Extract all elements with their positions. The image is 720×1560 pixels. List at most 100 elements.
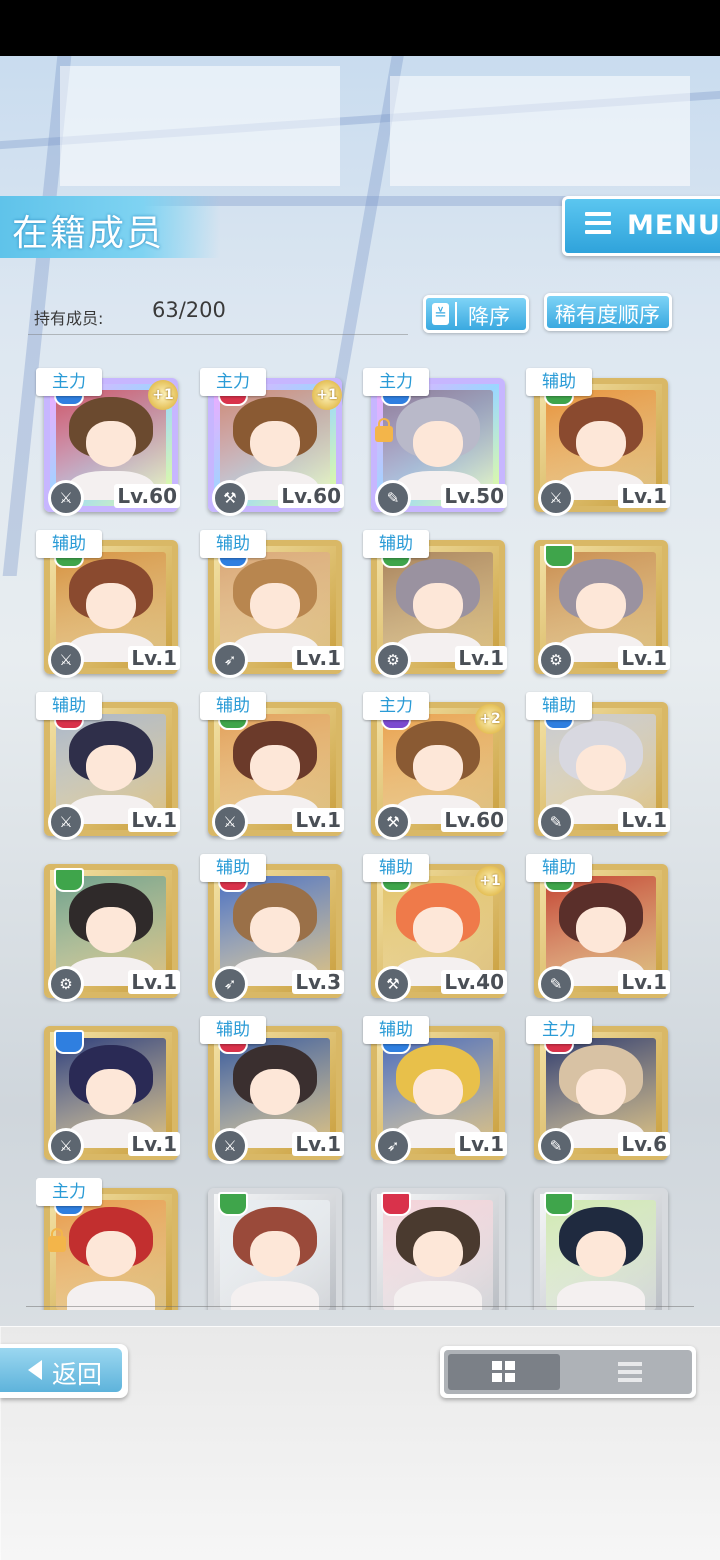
sort-rarity-label: 稀有度顺序 — [555, 303, 660, 327]
rank-up-badge: +1 — [312, 380, 342, 410]
divider — [455, 302, 457, 326]
member-card[interactable]: 主力 +2 ⚒ Lv.60 — [363, 692, 513, 842]
gear-icon: ⚙ — [48, 966, 84, 1002]
role-tag: 辅助 — [200, 530, 266, 558]
role-tag: 辅助 — [363, 530, 429, 558]
level-label: Lv.1 — [618, 484, 670, 508]
level-label: Lv.1 — [292, 646, 344, 670]
member-portrait — [220, 1200, 330, 1310]
member-card[interactable]: 辅助 ⚙ Lv.1 — [363, 530, 513, 680]
chevron-down-icon: ≚ — [432, 303, 449, 325]
grid-view-button[interactable] — [448, 1354, 560, 1390]
list-view-button[interactable] — [618, 1362, 642, 1382]
level-label: Lv.1 — [128, 808, 180, 832]
grid-icon — [492, 1361, 516, 1383]
gear-icon: ⚙ — [538, 642, 574, 678]
member-card[interactable]: 主力 — [36, 1178, 186, 1310]
sword-icon: ⚔ — [212, 1128, 248, 1164]
lock-icon — [375, 418, 393, 442]
attribute-icon — [54, 1030, 84, 1054]
level-label: Lv.60 — [278, 484, 344, 508]
member-card[interactable]: 辅助 ⚔ Lv.1 — [200, 692, 350, 842]
rank-up-badge: +2 — [475, 704, 505, 734]
menu-button[interactable]: MENU — [562, 196, 720, 256]
role-tag: 主力 — [363, 692, 429, 720]
level-label: Lv.1 — [128, 646, 180, 670]
member-card[interactable]: ⚙ Lv.1 — [36, 854, 186, 1004]
page-title-banner: 在籍成员 — [0, 196, 220, 258]
member-card[interactable]: 辅助 ✎ Lv.1 — [526, 854, 676, 1004]
role-tag: 辅助 — [36, 530, 102, 558]
back-button[interactable]: 返回 — [0, 1344, 128, 1398]
level-label: Lv.1 — [128, 1132, 180, 1156]
role-tag: 辅助 — [363, 1016, 429, 1044]
member-card[interactable]: 主力 ✎ Lv.6 — [526, 1016, 676, 1166]
member-card[interactable] — [363, 1178, 513, 1310]
member-card[interactable]: 辅助 ⚔ Lv.1 — [36, 530, 186, 680]
member-card[interactable]: 辅助 ➶ Lv.1 — [363, 1016, 513, 1166]
member-portrait — [546, 1200, 656, 1310]
member-card[interactable] — [200, 1178, 350, 1310]
member-card[interactable]: 辅助 ⚔ Lv.1 — [200, 1016, 350, 1166]
staff-icon: ✎ — [375, 480, 411, 516]
sword-icon: ⚔ — [48, 480, 84, 516]
attribute-icon — [544, 544, 574, 568]
view-toggle — [440, 1346, 696, 1398]
back-label: 返回 — [52, 1360, 103, 1389]
member-card[interactable]: 辅助 +1 ⚒ Lv.40 — [363, 854, 513, 1004]
member-card[interactable]: 辅助 ➶ Lv.3 — [200, 854, 350, 1004]
level-label: Lv.1 — [618, 646, 670, 670]
member-card[interactable]: 辅助 ⚔ Lv.1 — [526, 368, 676, 518]
member-card[interactable]: 主力 +1 ⚒ Lv.60 — [200, 368, 350, 518]
role-tag: 主力 — [526, 1016, 592, 1044]
hamburger-icon — [585, 212, 611, 234]
sword-icon: ⚔ — [48, 1128, 84, 1164]
spear-icon: ➶ — [212, 642, 248, 678]
staff-icon: ✎ — [538, 1128, 574, 1164]
member-card[interactable]: 主力 ✎ Lv.50 — [363, 368, 513, 518]
role-tag: 主力 — [36, 1178, 102, 1206]
member-card[interactable]: 主力 +1 ⚔ Lv.60 — [36, 368, 186, 518]
rank-up-badge: +1 — [475, 866, 505, 896]
member-card[interactable]: ⚔ Lv.1 — [36, 1016, 186, 1166]
member-card[interactable]: 辅助 ✎ Lv.1 — [526, 692, 676, 842]
level-label: Lv.60 — [114, 484, 180, 508]
role-tag: 辅助 — [526, 692, 592, 720]
status-bar — [0, 0, 720, 56]
sword-icon: ⚔ — [212, 804, 248, 840]
divider — [28, 334, 408, 335]
member-card[interactable]: ⚙ Lv.1 — [526, 530, 676, 680]
spear-icon: ➶ — [375, 1128, 411, 1164]
member-portrait — [56, 1200, 166, 1310]
sort-order-button[interactable]: ≚ 降序 — [423, 295, 529, 333]
role-tag: 辅助 — [363, 854, 429, 882]
sword-icon: ⚔ — [48, 804, 84, 840]
lock-icon — [48, 1228, 66, 1252]
page-title: 在籍成员 — [12, 213, 165, 254]
gear-icon: ⚙ — [375, 642, 411, 678]
level-label: Lv.6 — [618, 1132, 670, 1156]
level-label: Lv.1 — [292, 1132, 344, 1156]
role-tag: 辅助 — [200, 692, 266, 720]
member-card[interactable]: 辅助 ➶ Lv.1 — [200, 530, 350, 680]
menu-label: MENU — [627, 210, 720, 241]
role-tag: 主力 — [363, 368, 429, 396]
back-arrow-icon — [28, 1360, 42, 1380]
level-label: Lv.40 — [441, 970, 507, 994]
level-label: Lv.60 — [441, 808, 507, 832]
staff-icon: ✎ — [538, 804, 574, 840]
attribute-icon — [381, 1192, 411, 1216]
sword-icon: ⚔ — [48, 642, 84, 678]
member-card[interactable] — [526, 1178, 676, 1310]
role-tag: 辅助 — [200, 1016, 266, 1044]
members-count-label: 持有成员: — [34, 309, 104, 328]
level-label: Lv.1 — [618, 808, 670, 832]
role-tag: 辅助 — [526, 854, 592, 882]
level-label: Lv.50 — [441, 484, 507, 508]
sort-rarity-button[interactable]: 稀有度顺序 — [544, 293, 672, 331]
member-portrait — [383, 1200, 493, 1310]
spear-icon: ➶ — [212, 966, 248, 1002]
role-tag: 主力 — [36, 368, 102, 396]
level-label: Lv.3 — [292, 970, 344, 994]
member-card[interactable]: 辅助 ⚔ Lv.1 — [36, 692, 186, 842]
